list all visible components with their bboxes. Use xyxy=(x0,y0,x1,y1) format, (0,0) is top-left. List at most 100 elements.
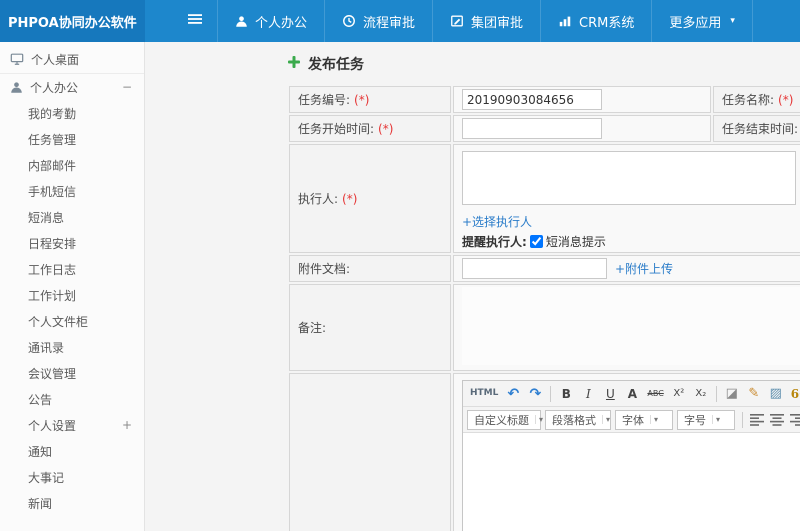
underline-button[interactable]: U xyxy=(600,384,620,404)
chevron-down-icon: ▾ xyxy=(712,415,720,424)
editor-toolbar-row1: HTML ↶ ↷ B I U A ABC X² X₂ ◪ ✎ ▨ 6 xyxy=(463,381,800,407)
html-source-button[interactable]: HTML xyxy=(467,384,501,404)
align-right-button[interactable] xyxy=(788,411,800,429)
user-icon xyxy=(235,15,248,28)
required-mark: (*) xyxy=(778,93,794,107)
nav-group-approval[interactable]: 集团审批 xyxy=(432,0,540,42)
sidebar-item-events[interactable]: 大事记 xyxy=(0,464,144,490)
bold-button[interactable]: B xyxy=(556,384,576,404)
task-no-label: 任务编号: (*) xyxy=(289,86,451,113)
remark-textarea[interactable] xyxy=(462,287,800,365)
nav-label: 集团审批 xyxy=(471,15,524,31)
sidebar-item-task-management[interactable]: 任务管理 xyxy=(0,126,144,152)
bar-chart-icon xyxy=(558,14,572,28)
task-description-label: 任务描述:(*) xyxy=(289,373,451,531)
sidebar-item-personal-office[interactable]: 个人办公 − xyxy=(0,74,144,100)
attachment-label: 附件文档: xyxy=(289,255,451,282)
sidebar-item-desktop[interactable]: 个人桌面 xyxy=(0,45,144,74)
nav-more-apps[interactable]: 更多应用 ▾ xyxy=(651,0,753,42)
top-header: PHPOA协同办公软件 个人办公 流程审批 集团审批 CRM系统 更多应用 ▾ xyxy=(0,0,800,42)
remove-format-button[interactable]: ◪ xyxy=(722,384,742,404)
paragraph-format-select[interactable]: 段落格式 ▾ xyxy=(545,409,611,430)
task-no-input[interactable] xyxy=(462,89,602,110)
sidebar-item-notice[interactable]: 通知 xyxy=(0,438,144,464)
sidebar-item-meeting-management[interactable]: 会议管理 xyxy=(0,360,144,386)
sidebar-item-mobile-sms[interactable]: 手机短信 xyxy=(0,178,144,204)
start-time-label: 任务开始时间: (*) xyxy=(289,115,451,142)
table-row: 执行人: (*) +选择执行人 提醒执行人: 短消息提示 xyxy=(289,144,800,253)
collapse-icon[interactable]: − xyxy=(122,81,132,93)
executor-label: 执行人: (*) xyxy=(289,144,451,253)
subscript-button[interactable]: X₂ xyxy=(691,384,711,404)
expand-icon[interactable]: + xyxy=(122,419,132,431)
app-logo-text: PHPOA协同办公软件 xyxy=(8,15,137,31)
sidebar-item-work-plan[interactable]: 工作计划 xyxy=(0,282,144,308)
sidebar-item-short-message[interactable]: 短消息 xyxy=(0,204,144,230)
redo-button[interactable]: ↷ xyxy=(525,384,545,404)
toolbar-separator xyxy=(715,385,717,402)
start-time-input[interactable] xyxy=(462,118,602,139)
page-title-text: 发布任务 xyxy=(308,57,364,73)
sidebar-item-attendance[interactable]: 我的考勤 xyxy=(0,100,144,126)
attachment-cell: +附件上传 xyxy=(453,255,800,282)
task-name-label: 任务名称: (*) xyxy=(713,86,800,113)
strikethrough-button[interactable]: ABC xyxy=(644,384,666,404)
attachment-input[interactable] xyxy=(462,258,607,279)
sidebar: 个人桌面 个人办公 − 我的考勤 任务管理 内部邮件 手机短信 短消息 日程安排… xyxy=(0,42,145,531)
sidebar-item-work-log[interactable]: 工作日志 xyxy=(0,256,144,282)
user-icon xyxy=(10,81,23,94)
choose-executor-link[interactable]: +选择执行人 xyxy=(462,215,532,229)
table-row: 任务描述:(*) HTML ↶ ↷ B I U A ABC xyxy=(289,373,800,531)
executor-cell: +选择执行人 提醒执行人: 短消息提示 xyxy=(453,144,800,253)
sidebar-item-contacts[interactable]: 通讯录 xyxy=(0,334,144,360)
align-left-button[interactable] xyxy=(748,411,766,429)
end-time-label: 任务结束时间:(*) xyxy=(713,115,800,142)
font-size-select[interactable]: 字号 ▾ xyxy=(677,409,735,430)
task-description-cell: HTML ↶ ↷ B I U A ABC X² X₂ ◪ ✎ ▨ 6 自定义标题… xyxy=(453,373,800,531)
task-form: 任务编号:(*) 任务名称:(*) 任务开始时间:(*) 任务结束时间 xyxy=(287,84,800,531)
superscript-button[interactable]: X² xyxy=(669,384,689,404)
sidebar-item-internal-mail[interactable]: 内部邮件 xyxy=(0,152,144,178)
sidebar-item-schedule[interactable]: 日程安排 xyxy=(0,230,144,256)
attachment-upload-link[interactable]: +附件上传 xyxy=(615,260,673,277)
edit-pad-icon xyxy=(450,14,464,28)
sidebar-item-personal-settings[interactable]: 个人设置 + xyxy=(0,412,144,438)
nav-process-approval[interactable]: 流程审批 xyxy=(324,0,432,42)
blockquote-button[interactable]: 66 xyxy=(788,384,800,404)
format-brush-button[interactable]: ✎ xyxy=(744,384,764,404)
nav-crm-system[interactable]: CRM系统 xyxy=(540,0,651,42)
remind-executor-label: 提醒执行人: xyxy=(462,235,527,249)
font-family-select[interactable]: 字体 ▾ xyxy=(615,409,673,430)
required-mark: (*) xyxy=(354,93,370,107)
nav-label: 流程审批 xyxy=(363,15,416,31)
add-plus-icon xyxy=(287,55,301,73)
required-mark: (*) xyxy=(342,192,358,206)
sidebar-item-news[interactable]: 新闻 xyxy=(0,490,144,516)
sidebar-item-announcement[interactable]: 公告 xyxy=(0,386,144,412)
sidebar-item-file-cabinet[interactable]: 个人文件柜 xyxy=(0,308,144,334)
app-logo[interactable]: PHPOA协同办公软件 xyxy=(0,0,145,42)
align-center-button[interactable] xyxy=(768,411,786,429)
remark-cell xyxy=(453,284,800,371)
executor-textarea[interactable] xyxy=(462,151,796,205)
sidebar-toggle-button[interactable] xyxy=(173,0,217,42)
chevron-down-icon: ▾ xyxy=(650,415,658,424)
sms-remind-checkbox[interactable] xyxy=(529,235,543,248)
task-no-cell xyxy=(453,86,711,113)
hamburger-icon xyxy=(187,11,203,31)
top-nav: 个人办公 流程审批 集团审批 CRM系统 更多应用 ▾ xyxy=(217,0,753,42)
nav-label: CRM系统 xyxy=(579,15,635,31)
nav-label: 更多应用 xyxy=(669,15,722,31)
undo-button[interactable]: ↶ xyxy=(503,384,523,404)
fill-color-button[interactable]: ▨ xyxy=(766,384,786,404)
nav-personal-office[interactable]: 个人办公 xyxy=(217,0,324,42)
custom-heading-select[interactable]: 自定义标题 ▾ xyxy=(467,409,543,430)
font-style-button[interactable]: A xyxy=(622,384,642,404)
chevron-down-icon: ▾ xyxy=(535,415,543,424)
remark-label: 备注: xyxy=(289,284,451,371)
table-row: 备注: xyxy=(289,284,800,371)
process-clock-icon xyxy=(342,14,356,28)
italic-button[interactable]: I xyxy=(578,384,598,404)
editor-content[interactable] xyxy=(463,433,800,531)
table-row: 任务编号:(*) 任务名称:(*) xyxy=(289,86,800,113)
